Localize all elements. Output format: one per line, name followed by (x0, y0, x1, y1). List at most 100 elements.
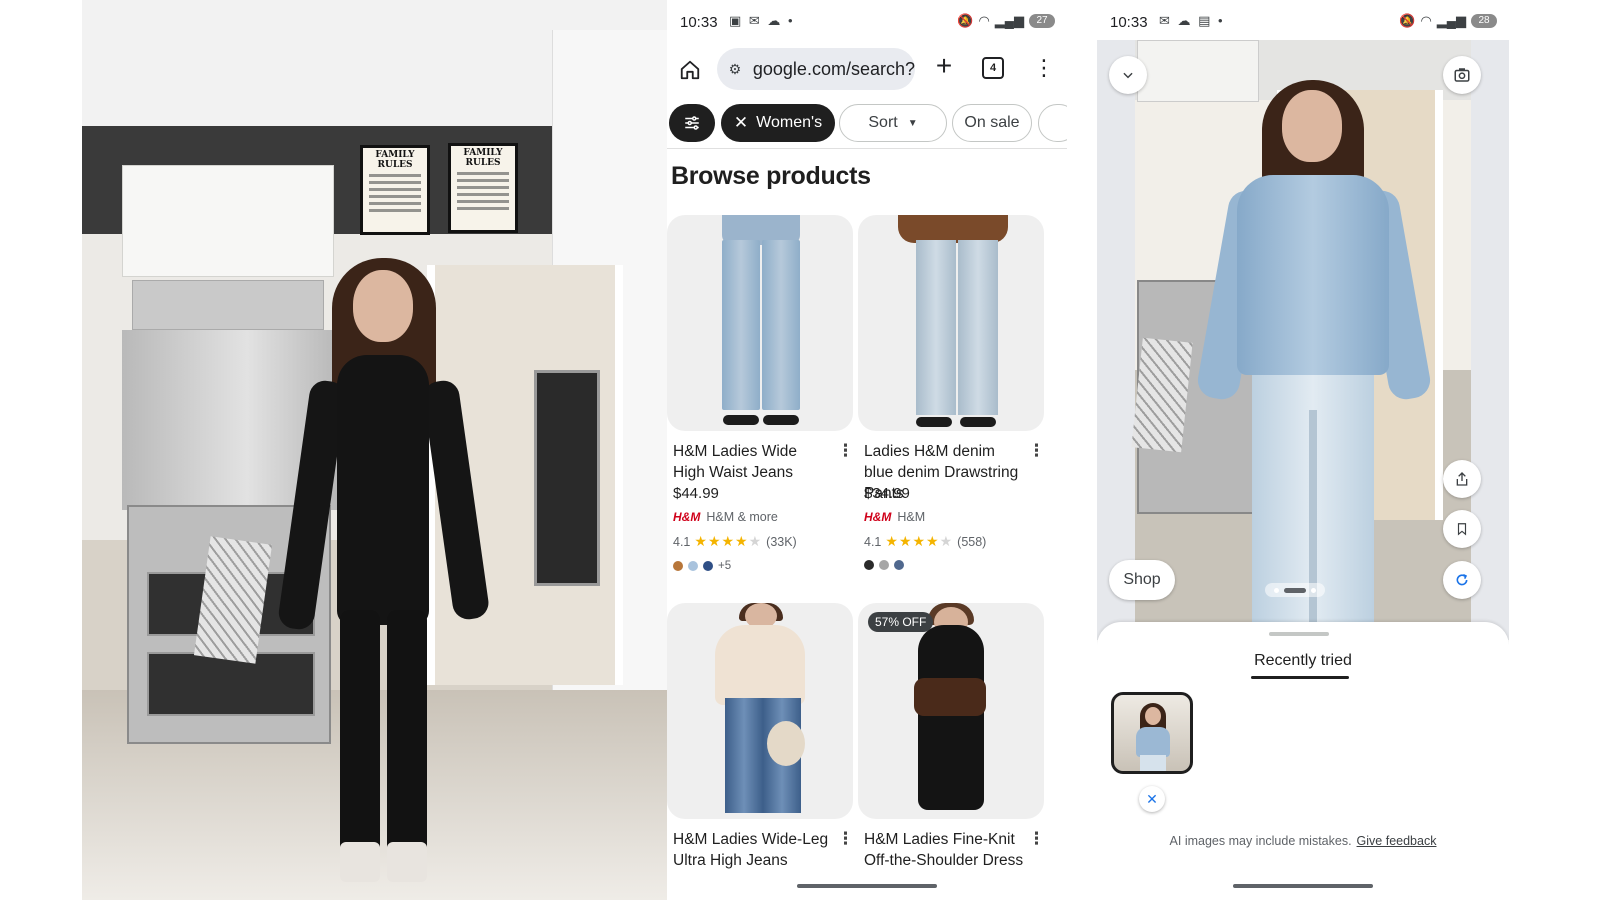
more-options-button[interactable]: ⋮ (1028, 829, 1045, 849)
color-swatch[interactable] (673, 561, 683, 571)
gesture-bar[interactable] (1233, 884, 1373, 888)
status-bar: 10:33 ✉ ☁ ▤ • 🔕 ◠ ▂▄▆ 28 (1097, 0, 1509, 44)
product-title[interactable]: H&M Ladies Fine-Knit Off-the-Shoulder Dr… (864, 829, 1024, 871)
camera-button[interactable] (1443, 56, 1481, 94)
shop-button[interactable]: Shop (1109, 560, 1175, 600)
product-image[interactable] (858, 215, 1044, 431)
color-swatch[interactable] (864, 560, 874, 570)
womens-chip[interactable]: ✕ Women's (721, 104, 835, 142)
tab-switcher-button[interactable]: 4 (982, 57, 1004, 79)
gesture-bar[interactable] (797, 884, 937, 888)
family-rules-sign-left: FAMILY RULES (360, 145, 430, 235)
color-swatches[interactable]: +5 (673, 560, 731, 572)
product-image[interactable] (667, 603, 853, 819)
system-icons: 🔕 ◠ ▂▄▆ 28 (1399, 13, 1497, 29)
carousel-indicator[interactable] (1265, 583, 1325, 597)
more-options-button[interactable]: ⋮ (837, 441, 854, 461)
product-card[interactable]: H&M Ladies Wide High Waist Jeans ⋮ $44.9… (667, 215, 854, 572)
on-sale-chip[interactable]: On sale (952, 104, 1032, 142)
recent-try-on-thumbnail[interactable] (1111, 692, 1193, 774)
discount-badge: 57% OFF (868, 612, 934, 632)
shopping-phone-screen: 10:33 ▣ ✉ ☁ • 🔕 ◠ ▂▄▆ 27 ⚙ google.com/se… (667, 0, 1067, 900)
wifi-icon: ◠ (1420, 13, 1432, 28)
product-image[interactable] (667, 215, 853, 431)
ai-disclaimer: AI images may include mistakes. Give feed… (1169, 834, 1437, 848)
product-card[interactable]: H&M Ladies Wide-Leg Ultra High Jeans ⋮ (667, 603, 854, 869)
more-vert-icon: ⋮ (1033, 55, 1055, 80)
product-seller: H&M H&M (864, 510, 926, 524)
save-button[interactable] (1443, 510, 1481, 548)
home-button[interactable] (675, 55, 705, 85)
close-icon: ✕ (733, 113, 749, 132)
more-options-button[interactable]: ⋮ (1028, 441, 1045, 461)
more-colors: +5 (718, 560, 732, 572)
tab-recently-tried[interactable]: Recently tried (1097, 652, 1509, 670)
chevron-down-icon (1123, 72, 1133, 79)
site-settings-icon[interactable]: ⚙ (725, 61, 745, 78)
camera-icon (1454, 68, 1470, 82)
caret-down-icon: ▼ (907, 117, 918, 129)
color-swatch[interactable] (879, 560, 889, 570)
color-swatch[interactable] (703, 561, 713, 571)
upper-cabinet (122, 165, 334, 277)
product-seller: H&M H&M & more (673, 510, 778, 524)
wifi-icon: ◠ (978, 13, 990, 28)
color-swatches[interactable] (864, 560, 904, 570)
hm-logo: H&M (864, 510, 892, 524)
try-on-phone-screen: 10:33 ✉ ☁ ▤ • 🔕 ◠ ▂▄▆ 28 Shop Recently t… (1097, 0, 1509, 900)
address-bar[interactable]: ⚙ google.com/search? (717, 48, 915, 90)
hm-logo: H&M (673, 510, 701, 524)
bookmark-icon (1457, 523, 1467, 536)
close-icon: ✕ (1146, 791, 1158, 807)
more-chip[interactable] (1038, 104, 1067, 142)
try-on-result-image: Shop (1097, 40, 1509, 640)
notification-icons: ▣ ✉ ☁ • (729, 13, 795, 28)
more-menu-button[interactable]: ⋮ (1033, 55, 1055, 81)
share-button[interactable] (1443, 460, 1481, 498)
product-card[interactable]: Ladies H&M denim blue denim Drawstring P… (858, 215, 1045, 570)
wine-fridge (534, 370, 600, 586)
remove-thumbnail-button[interactable]: ✕ (1139, 786, 1165, 812)
browser-toolbar: ⚙ google.com/search? + 4 ⋮ (667, 46, 1067, 94)
more-options-button[interactable]: ⋮ (837, 829, 854, 849)
product-title[interactable]: H&M Ladies Wide-Leg Ultra High Jeans (673, 829, 833, 871)
status-bar: 10:33 ▣ ✉ ☁ • 🔕 ◠ ▂▄▆ 27 (667, 0, 1067, 44)
battery-icon: 27 (1029, 14, 1055, 28)
plus-icon: + (935, 50, 953, 81)
star-rating-icon: ★★★★★ (694, 533, 763, 549)
filters-chip[interactable] (669, 104, 715, 142)
section-title: Browse products (671, 162, 871, 190)
system-icons: 🔕 ◠ ▂▄▆ 27 (957, 13, 1055, 29)
product-image[interactable]: 57% OFF (858, 603, 1044, 819)
notification-icons: ✉ ☁ ▤ • (1159, 13, 1225, 28)
signal-icon: ▂▄▆ (1436, 13, 1466, 28)
product-card[interactable]: 57% OFF H&M Ladies Fine-Knit Off-the-Sho… (858, 603, 1045, 869)
signal-icon: ▂▄▆ (994, 13, 1024, 28)
tune-icon (685, 116, 699, 130)
battery-icon: 28 (1471, 14, 1497, 28)
product-price: $44.99 (673, 485, 719, 502)
color-swatch[interactable] (894, 560, 904, 570)
collapse-button[interactable] (1109, 56, 1147, 94)
share-icon (1456, 472, 1468, 486)
family-rules-sign-right: FAMILY RULES (448, 143, 518, 233)
mute-icon: 🔕 (957, 13, 974, 28)
give-feedback-link[interactable]: Give feedback (1357, 834, 1437, 848)
product-price: $34.99 (864, 485, 910, 502)
product-rating: 4.1 ★★★★★ (33K) (673, 533, 797, 549)
url-text: google.com/search? (752, 58, 915, 79)
star-rating-icon: ★★★★★ (885, 533, 954, 549)
mute-icon: 🔕 (1399, 13, 1416, 28)
original-photo: FAMILY RULES FAMILY RULES (82, 0, 672, 900)
tab-indicator (1251, 676, 1349, 679)
new-tab-button[interactable]: + (929, 52, 959, 82)
filter-chips: ✕ Women's Sort ▼ On sale (667, 100, 1067, 149)
refresh-icon (1456, 573, 1468, 586)
sort-chip[interactable]: Sort ▼ (839, 104, 947, 142)
product-title[interactable]: H&M Ladies Wide High Waist Jeans (673, 441, 833, 483)
drag-handle[interactable] (1269, 632, 1329, 636)
color-swatch[interactable] (688, 561, 698, 571)
home-icon (680, 60, 700, 80)
range-hood (132, 280, 324, 330)
regenerate-button[interactable] (1443, 561, 1481, 599)
